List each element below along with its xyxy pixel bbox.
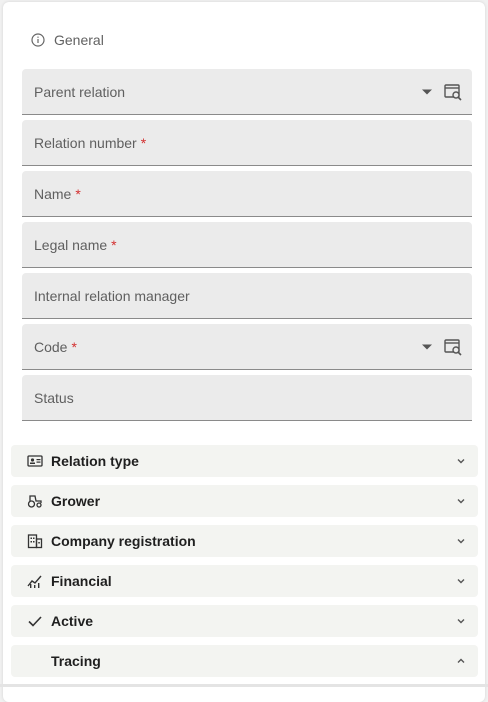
building-icon (27, 534, 43, 549)
legal-name-label: Legal name (34, 236, 108, 253)
chevron-down-icon[interactable] (456, 616, 466, 626)
general-section-header: General (31, 32, 104, 48)
relation-form-panel: General Parent relation Relation number *… (3, 2, 485, 702)
status-field[interactable]: Status (22, 375, 472, 421)
chevron-down-icon[interactable] (456, 496, 466, 506)
accordion-title: Active (51, 613, 94, 629)
chevron-down-icon[interactable] (422, 89, 432, 94)
chevron-down-icon[interactable] (456, 456, 466, 466)
check-icon (28, 616, 42, 627)
required-marker: * (71, 338, 77, 355)
id-card-icon (27, 455, 43, 467)
chevron-down-icon[interactable] (456, 536, 466, 546)
accordion-financial[interactable]: Financial (11, 565, 478, 597)
legal-name-field[interactable]: Legal name * (22, 222, 472, 268)
parent-relation-label: Parent relation (34, 83, 126, 100)
lookup-search-icon[interactable] (444, 338, 462, 356)
chevron-up-icon[interactable] (456, 656, 466, 666)
code-field[interactable]: Code * (22, 324, 472, 370)
chevron-down-icon[interactable] (422, 344, 432, 349)
accordion-active[interactable]: Active (11, 605, 478, 637)
chart-icon (27, 575, 42, 588)
required-marker: * (75, 185, 81, 202)
accordion-title: Grower (51, 493, 101, 509)
accordion-title: Company registration (51, 533, 196, 549)
accordion-tracing[interactable]: Tracing (11, 645, 478, 677)
accordion-grower[interactable]: Grower (11, 485, 478, 517)
relation-number-label: Relation number (34, 134, 137, 151)
general-section-title: General (54, 32, 104, 48)
required-marker: * (140, 134, 147, 151)
accordion-title: Relation type (51, 453, 139, 469)
chevron-down-icon[interactable] (456, 576, 466, 586)
required-marker: * (111, 236, 117, 253)
info-icon (31, 33, 45, 47)
status-label: Status (34, 389, 74, 406)
accordion-title: Financial (51, 573, 112, 589)
internal-relation-manager-label: Internal relation manager (34, 287, 190, 304)
code-label: Code (34, 338, 68, 355)
accordion-relation-type[interactable]: Relation type (11, 445, 478, 477)
parent-relation-field[interactable]: Parent relation (22, 69, 472, 115)
name-field[interactable]: Name * (22, 171, 472, 217)
internal-relation-manager-field[interactable]: Internal relation manager (22, 273, 472, 319)
accordion-company-registration[interactable]: Company registration (11, 525, 478, 557)
lookup-search-icon[interactable] (444, 83, 462, 101)
relation-number-field[interactable]: Relation number * (22, 120, 472, 166)
name-label: Name (34, 185, 72, 202)
accordion-title: Tracing (51, 653, 101, 669)
tractor-icon (27, 495, 42, 508)
